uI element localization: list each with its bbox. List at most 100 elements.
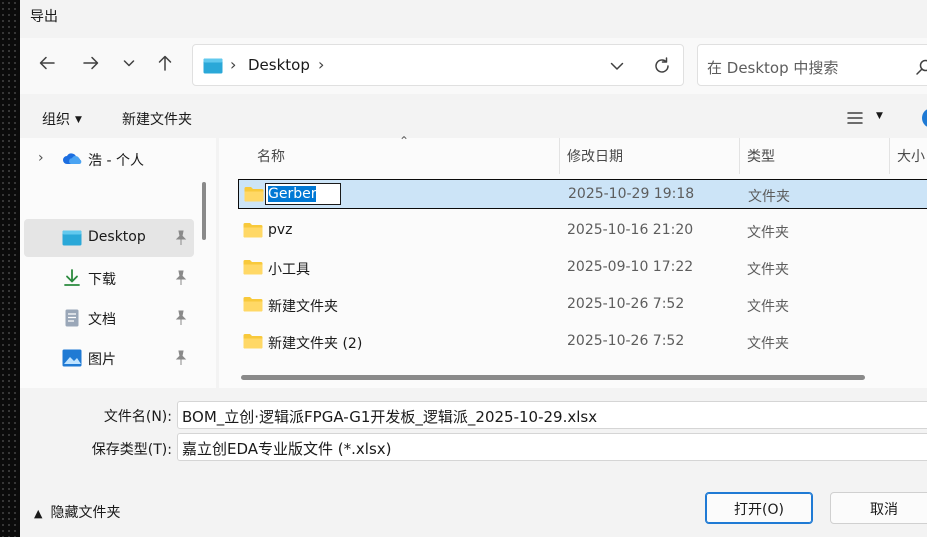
- hide-folders-label: 隐藏文件夹: [50, 505, 121, 521]
- onedrive-cloud-icon: [63, 153, 82, 164]
- rename-text: Gerber: [268, 186, 317, 202]
- pin-icon[interactable]: [174, 270, 188, 286]
- file-row[interactable]: 新建文件夹 2025-10-26 7:52 文件夹: [238, 290, 927, 320]
- file-type: 文件夹: [747, 336, 789, 352]
- filetype-value: 嘉立创EDA专业版文件 (*.xlsx): [182, 440, 392, 458]
- file-row[interactable]: 小工具 2025-09-10 17:22 文件夹: [238, 253, 927, 283]
- horizontal-scrollbar[interactable]: [241, 375, 865, 380]
- sidebar-item-label: 浩 - 个人: [88, 153, 144, 169]
- arrow-up-icon: [158, 55, 172, 71]
- file-row[interactable]: 新建文件夹 (2) 2025-10-26 7:52 文件夹: [238, 327, 927, 357]
- vertical-scrollbar[interactable]: [202, 182, 206, 240]
- arrow-right-icon: [83, 56, 99, 70]
- file-date: 2025-10-26 7:52: [567, 296, 685, 312]
- forward-button[interactable]: [76, 48, 106, 78]
- chevron-down-icon[interactable]: [607, 56, 627, 76]
- new-folder-button[interactable]: 新建文件夹: [122, 109, 192, 129]
- organize-button[interactable]: 组织 ▼: [42, 109, 82, 129]
- cancel-button[interactable]: 取消: [830, 492, 927, 524]
- search-icon: [916, 59, 927, 75]
- new-folder-label: 新建文件夹: [122, 112, 192, 128]
- column-header-name[interactable]: 名称: [257, 138, 285, 174]
- column-divider[interactable]: [739, 138, 740, 174]
- document-icon: [65, 309, 79, 327]
- file-name: 小工具: [268, 262, 310, 278]
- chevron-right-icon: ›: [230, 55, 237, 74]
- window-title: 导出: [30, 9, 58, 25]
- file-name: 新建文件夹 (2): [268, 336, 363, 352]
- export-dialog: 导出 › Desktop › 在 Desktop 中搜索 组织 ▼ 新建文件夹 …: [20, 0, 927, 537]
- folder-icon: [243, 260, 263, 275]
- filename-label: 文件名(N):: [103, 409, 172, 425]
- folder-icon: [243, 334, 263, 349]
- address-bar[interactable]: › Desktop ›: [192, 44, 684, 86]
- file-row-selected[interactable]: Gerber 2025-10-29 19:18 文件夹: [238, 179, 927, 209]
- chevron-up-icon: ▲: [34, 507, 43, 520]
- chevron-right-icon[interactable]: ›: [38, 150, 44, 166]
- caret-down-icon[interactable]: ▼: [876, 111, 883, 121]
- refresh-icon[interactable]: [651, 55, 673, 77]
- column-header-date[interactable]: 修改日期: [567, 138, 623, 174]
- navigation-pane: › 浩 - 个人 Desktop 下载 文档 图片: [20, 138, 216, 388]
- sidebar-item-pictures[interactable]: 图片: [24, 339, 194, 377]
- column-header-type[interactable]: 类型: [747, 138, 775, 174]
- sidebar-item-desktop[interactable]: Desktop: [24, 219, 194, 257]
- column-divider[interactable]: [889, 138, 890, 174]
- pin-icon[interactable]: [174, 350, 188, 366]
- file-date: 2025-10-29 19:18: [568, 186, 695, 202]
- folder-icon: [244, 187, 264, 202]
- sidebar-item-documents[interactable]: 文档: [24, 299, 194, 337]
- sort-ascending-icon: ⌃: [399, 134, 410, 148]
- sidebar-item-label: 图片: [88, 352, 116, 368]
- navigation-bar: › Desktop › 在 Desktop 中搜索: [20, 38, 927, 94]
- rename-input[interactable]: Gerber: [265, 183, 341, 205]
- help-icon[interactable]: [922, 108, 927, 128]
- list-view-icon[interactable]: [846, 109, 864, 127]
- folder-icon: [243, 297, 263, 312]
- column-header-size[interactable]: 大小: [897, 138, 925, 174]
- file-type: 文件夹: [747, 262, 789, 278]
- file-list-pane: ⌃ 名称 修改日期 类型 大小 Gerber 2025-10-29 19:18 …: [219, 134, 927, 388]
- file-type: 文件夹: [748, 189, 790, 205]
- caret-down-icon: ▼: [75, 115, 82, 125]
- file-name: 新建文件夹: [268, 299, 338, 315]
- picture-icon: [62, 349, 82, 367]
- sidebar-item-label: Desktop: [88, 229, 146, 245]
- up-button[interactable]: [150, 48, 180, 78]
- address-path[interactable]: Desktop: [248, 56, 310, 74]
- sidebar-item-downloads[interactable]: 下载: [24, 259, 194, 297]
- download-arrow-icon: [64, 269, 80, 286]
- file-date: 2025-10-16 21:20: [567, 222, 694, 238]
- file-type: 文件夹: [747, 299, 789, 315]
- sidebar-item-label: 文档: [88, 312, 116, 328]
- open-button[interactable]: 打开(O): [705, 492, 813, 524]
- command-bar: 组织 ▼ 新建文件夹 ▼: [20, 98, 927, 138]
- back-button[interactable]: [32, 48, 62, 78]
- filename-value: BOM_立创·逻辑派FPGA-G1开发板_逻辑派_2025-10-29.xlsx: [182, 408, 598, 426]
- sidebar-item-label: 下载: [88, 272, 116, 288]
- search-placeholder: 在 Desktop 中搜索: [707, 59, 839, 77]
- desktop-folder-icon: [203, 58, 223, 74]
- title-bar: 导出: [20, 0, 927, 30]
- chevron-down-icon: [123, 60, 135, 67]
- organize-label: 组织: [42, 112, 70, 128]
- chevron-right-icon[interactable]: ›: [318, 55, 324, 74]
- pin-icon[interactable]: [174, 230, 188, 246]
- hide-folders-toggle[interactable]: ▲ 隐藏文件夹: [34, 502, 120, 522]
- file-row[interactable]: pvz 2025-10-16 21:20 文件夹: [238, 216, 927, 246]
- sidebar-item-onedrive[interactable]: › 浩 - 个人: [24, 140, 194, 178]
- recent-locations-button[interactable]: [114, 48, 144, 78]
- pin-icon[interactable]: [174, 310, 188, 326]
- search-input[interactable]: 在 Desktop 中搜索: [697, 44, 927, 86]
- file-date: 2025-10-26 7:52: [567, 333, 685, 349]
- column-divider[interactable]: [559, 138, 560, 174]
- folder-icon: [243, 223, 263, 238]
- arrow-left-icon: [39, 56, 55, 70]
- desktop-folder-icon: [62, 230, 82, 246]
- background-desktop-strip: [0, 0, 20, 537]
- filetype-label: 保存类型(T):: [91, 442, 172, 458]
- filename-input[interactable]: BOM_立创·逻辑派FPGA-G1开发板_逻辑派_2025-10-29.xlsx: [177, 401, 927, 429]
- file-date: 2025-09-10 17:22: [567, 259, 694, 275]
- filetype-select[interactable]: 嘉立创EDA专业版文件 (*.xlsx): [177, 433, 927, 461]
- file-name: pvz: [268, 222, 293, 238]
